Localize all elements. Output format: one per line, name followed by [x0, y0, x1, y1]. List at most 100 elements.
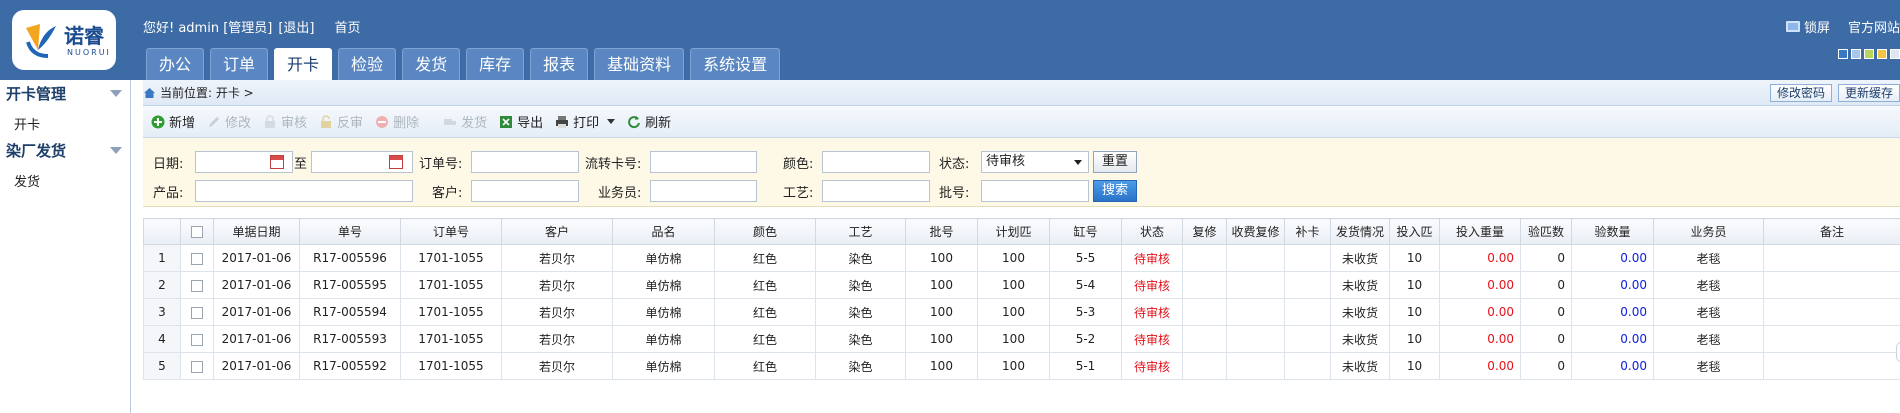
edit-button[interactable]: 修改: [207, 112, 251, 131]
nav-tab-stock[interactable]: 库存: [466, 48, 525, 80]
select-all-checkbox[interactable]: [191, 226, 203, 238]
col-header[interactable]: 状态: [1121, 218, 1183, 245]
craft-input[interactable]: [822, 180, 930, 202]
cell-order: 1701-1055: [400, 325, 502, 353]
col-header[interactable]: 发货情况: [1330, 218, 1390, 245]
product-input[interactable]: [195, 180, 413, 202]
col-header[interactable]: 单据日期: [213, 218, 300, 245]
sidebar-item-card[interactable]: 开卡: [0, 110, 130, 137]
lock-screen-link[interactable]: 锁屏: [1785, 17, 1830, 36]
order-input[interactable]: [471, 151, 579, 173]
col-header[interactable]: 验数量: [1571, 218, 1654, 245]
cell-chkqty: 0.00: [1571, 298, 1654, 326]
row-select-cell[interactable]: [180, 325, 214, 353]
col-header[interactable]: 验匹数: [1520, 218, 1572, 245]
table-row[interactable]: 2 2017-01-06 R17-005595 1701-1055 若贝尔 单仿棉 红色 染色…: [143, 271, 1900, 299]
theme-swatch[interactable]: [1838, 49, 1848, 59]
scroll-handle[interactable]: [1896, 342, 1900, 362]
status-select-value: 待审核: [986, 154, 1026, 169]
nav-tab-inspect[interactable]: 检验: [338, 48, 397, 80]
table-row[interactable]: 1 2017-01-06 R17-005596 1701-1055 若贝尔 单仿棉 红色 染色…: [143, 244, 1900, 272]
card-input[interactable]: [650, 151, 757, 173]
row-checkbox[interactable]: [191, 333, 203, 346]
row-checkbox[interactable]: [191, 252, 203, 265]
col-header[interactable]: 复修: [1182, 218, 1227, 245]
theme-swatch[interactable]: [1851, 49, 1861, 59]
sidebar-group-dyeship[interactable]: 染厂发货: [0, 137, 130, 163]
sidebar-group-card[interactable]: 开卡管理: [0, 80, 130, 106]
row-checkbox[interactable]: [191, 279, 203, 292]
delete-button[interactable]: 删除: [375, 112, 419, 131]
cell-repair: [1182, 271, 1227, 299]
unaudit-label: 反审: [337, 116, 364, 131]
color-input[interactable]: [822, 151, 930, 173]
calendar-icon[interactable]: [270, 155, 284, 169]
refresh-cache-button[interactable]: 更新缓存: [1837, 84, 1900, 102]
refresh-button[interactable]: 刷新: [627, 112, 671, 131]
col-header[interactable]: 计划匹: [977, 218, 1050, 245]
ship-button[interactable]: 发货: [443, 112, 487, 131]
col-header[interactable]: 颜色: [714, 218, 816, 245]
reset-button[interactable]: 重置: [1093, 151, 1138, 173]
col-header[interactable]: 客户: [501, 218, 613, 245]
status-select[interactable]: 待审核: [981, 151, 1089, 173]
breadcrumb: 当前位置: 开卡 > 修改密码 更新缓存: [143, 80, 1900, 106]
nav-tab-orders[interactable]: 订单: [210, 48, 269, 80]
unaudit-button[interactable]: 反审: [319, 112, 363, 131]
col-header[interactable]: 批号: [905, 218, 978, 245]
cell-color: 红色: [714, 325, 816, 353]
col-header[interactable]: 补卡: [1284, 218, 1331, 245]
row-select-cell[interactable]: [180, 271, 214, 299]
batch-input[interactable]: [981, 180, 1089, 202]
nav-tab-office[interactable]: 办公: [146, 48, 205, 80]
change-password-button[interactable]: 修改密码: [1769, 84, 1832, 102]
official-site-link[interactable]: 官方网站: [1848, 17, 1900, 36]
nav-tab-reports[interactable]: 报表: [530, 48, 589, 80]
col-header[interactable]: 备注: [1763, 218, 1900, 245]
cell-inwt: 0.00: [1439, 352, 1521, 380]
col-header[interactable]: 投入匹: [1389, 218, 1440, 245]
col-header[interactable]: 订单号: [400, 218, 502, 245]
brand-logo[interactable]: 诺睿 NUORUI: [12, 10, 116, 70]
cell-ship: 未收货: [1330, 325, 1390, 353]
cell-product: 单仿棉: [612, 271, 715, 299]
cell-ship: 未收货: [1330, 271, 1390, 299]
col-header[interactable]: 缸号: [1049, 218, 1122, 245]
col-header[interactable]: 工艺: [815, 218, 906, 245]
row-select-cell[interactable]: [180, 352, 214, 380]
row-select-cell[interactable]: [180, 244, 214, 272]
col-header[interactable]: 投入重量: [1439, 218, 1521, 245]
theme-swatch[interactable]: [1864, 49, 1874, 59]
sidebar-item-ship[interactable]: 发货: [0, 167, 130, 194]
search-button[interactable]: 搜索: [1093, 180, 1138, 202]
theme-swatch[interactable]: [1877, 49, 1887, 59]
nav-tab-settings[interactable]: 系统设置: [690, 48, 781, 80]
nav-tab-card[interactable]: 开卡: [274, 48, 333, 80]
logout-link[interactable]: [退出]: [278, 17, 314, 36]
nav-tab-basedata[interactable]: 基础资料: [594, 48, 685, 80]
audit-button[interactable]: 审核: [263, 112, 307, 131]
export-button[interactable]: 导出: [499, 112, 543, 131]
table-row[interactable]: 3 2017-01-06 R17-005594 1701-1055 若贝尔 单仿棉 红色 染色…: [143, 298, 1900, 326]
cell-date: 2017-01-06: [213, 325, 300, 353]
customer-input[interactable]: [471, 180, 579, 202]
print-button[interactable]: 打印: [555, 112, 616, 131]
col-header[interactable]: 品名: [612, 218, 715, 245]
add-button[interactable]: 新增: [151, 112, 195, 131]
nav-tab-ship[interactable]: 发货: [402, 48, 461, 80]
col-header[interactable]: 收费复修: [1226, 218, 1285, 245]
cell-order: 1701-1055: [400, 244, 502, 272]
table-row[interactable]: 4 2017-01-06 R17-005593 1701-1055 若贝尔 单仿棉 红色 染色…: [143, 325, 1900, 353]
table-row[interactable]: 5 2017-01-06 R17-005592 1701-1055 若贝尔 单仿棉 红色 染色…: [143, 352, 1900, 380]
row-checkbox[interactable]: [191, 306, 203, 319]
cell-status: 待审核: [1121, 271, 1183, 299]
calendar-icon[interactable]: [389, 155, 403, 169]
sales-input[interactable]: [650, 180, 757, 202]
home-link[interactable]: 首页: [335, 17, 361, 36]
theme-swatch[interactable]: [1890, 49, 1900, 59]
col-header-select[interactable]: [180, 218, 214, 245]
row-select-cell[interactable]: [180, 298, 214, 326]
col-header[interactable]: 单号: [299, 218, 401, 245]
col-header[interactable]: 业务员: [1653, 218, 1764, 245]
row-checkbox[interactable]: [191, 360, 203, 373]
